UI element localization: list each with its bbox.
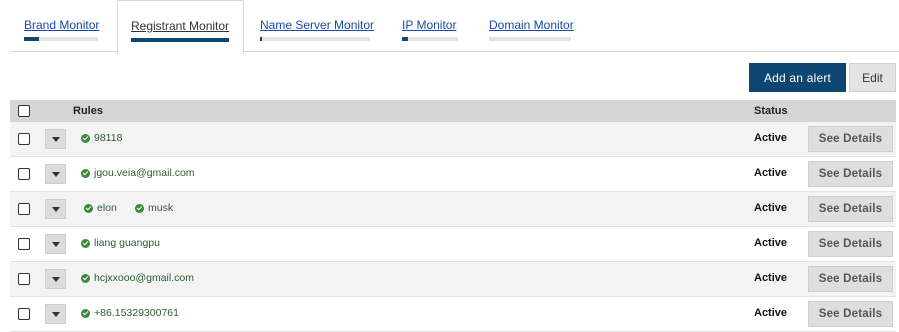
table-row: liang guangpu Active See Details bbox=[10, 227, 896, 262]
row-menu-button[interactable] bbox=[45, 234, 66, 254]
tab-progress-fill bbox=[402, 37, 408, 41]
see-details-button[interactable]: See Details bbox=[808, 231, 893, 257]
status-text: Active bbox=[754, 237, 788, 249]
status-text: Active bbox=[754, 202, 788, 214]
tab-progress-fill bbox=[24, 37, 39, 41]
rules-column-header: Rules bbox=[73, 105, 103, 117]
status-text: Active bbox=[754, 167, 788, 179]
row-checkbox[interactable] bbox=[18, 308, 30, 320]
tab-progress-bar bbox=[131, 38, 229, 42]
caret-down-icon bbox=[51, 136, 60, 142]
table-row: elon musk Active See Details bbox=[10, 192, 896, 227]
rule-chip: elon bbox=[84, 202, 117, 214]
tab-progress-fill bbox=[131, 38, 229, 42]
rule-text: 98118 bbox=[94, 132, 123, 144]
tab-progress-bar bbox=[402, 37, 458, 41]
tab-label[interactable]: Brand Monitor bbox=[24, 18, 99, 32]
caret-down-icon bbox=[51, 241, 60, 247]
rule-chip: jgou.veia@gmail.com bbox=[81, 167, 195, 179]
table-row: 98118 Active See Details bbox=[10, 122, 896, 157]
tab-progress-bar bbox=[489, 37, 571, 41]
tab-label[interactable]: Name Server Monitor bbox=[260, 18, 374, 32]
status-text: Active bbox=[754, 132, 788, 144]
rule-chip: 98118 bbox=[81, 132, 122, 144]
caret-down-icon bbox=[51, 276, 60, 282]
caret-down-icon bbox=[51, 171, 60, 177]
rule-text: musk bbox=[148, 202, 174, 214]
rule-text: jgou.veia@gmail.com bbox=[94, 167, 195, 179]
check-circle-icon bbox=[81, 308, 90, 318]
tab-label[interactable]: IP Monitor bbox=[402, 18, 456, 32]
rule-text: elon bbox=[97, 202, 117, 214]
row-checkbox[interactable] bbox=[18, 273, 30, 285]
row-menu-button[interactable] bbox=[45, 129, 66, 149]
status-text: Active bbox=[754, 307, 788, 319]
check-circle-icon bbox=[84, 203, 93, 213]
row-menu-button[interactable] bbox=[45, 164, 66, 184]
status-text: Active bbox=[754, 272, 788, 284]
rule-chip: liang guangpu bbox=[81, 237, 160, 249]
row-menu-button[interactable] bbox=[45, 269, 66, 289]
table-header: Rules Status bbox=[10, 100, 896, 122]
row-menu-button[interactable] bbox=[45, 199, 66, 219]
tab-label[interactable]: Registrant Monitor bbox=[131, 19, 229, 33]
alerts-table: Rules Status 98118 Active See Details jg… bbox=[10, 100, 896, 332]
tab-progress-bar bbox=[260, 37, 370, 41]
row-menu-button[interactable] bbox=[45, 304, 66, 324]
caret-down-icon bbox=[51, 311, 60, 317]
row-checkbox[interactable] bbox=[18, 133, 30, 145]
tab-progress-bar bbox=[24, 37, 98, 41]
rule-chip: hcjxxooo@gmail.com bbox=[81, 272, 194, 284]
rule-chip: +86.15329300761 bbox=[81, 307, 179, 319]
table-row: jgou.veia@gmail.com Active See Details bbox=[10, 157, 896, 192]
tab-label[interactable]: Domain Monitor bbox=[489, 18, 574, 32]
row-checkbox[interactable] bbox=[18, 238, 30, 250]
tab-progress-fill bbox=[260, 37, 263, 41]
select-all-checkbox[interactable] bbox=[18, 105, 30, 117]
see-details-button[interactable]: See Details bbox=[808, 126, 893, 152]
check-circle-icon bbox=[81, 273, 90, 283]
monitor-tabs: Brand Monitor Registrant Monitor Name Se… bbox=[0, 0, 899, 54]
check-circle-icon bbox=[135, 203, 144, 213]
rule-text: +86.15329300761 bbox=[94, 307, 179, 319]
check-circle-icon bbox=[81, 168, 90, 178]
check-circle-icon bbox=[81, 238, 90, 248]
status-column-header: Status bbox=[754, 105, 788, 117]
see-details-button[interactable]: See Details bbox=[808, 196, 893, 222]
caret-down-icon bbox=[51, 206, 60, 212]
rule-chip: musk bbox=[135, 202, 173, 214]
rule-text: hcjxxooo@gmail.com bbox=[94, 272, 194, 284]
see-details-button[interactable]: See Details bbox=[808, 301, 893, 327]
tab-registrant-monitor[interactable]: Registrant Monitor bbox=[117, 0, 244, 54]
check-circle-icon bbox=[81, 133, 90, 143]
rule-text: liang guangpu bbox=[94, 237, 160, 249]
see-details-button[interactable]: See Details bbox=[808, 161, 893, 187]
table-row: +86.15329300761 Active See Details bbox=[10, 297, 896, 332]
edit-button[interactable]: Edit bbox=[849, 63, 896, 92]
row-checkbox[interactable] bbox=[18, 168, 30, 180]
see-details-button[interactable]: See Details bbox=[808, 266, 893, 292]
add-alert-button[interactable]: Add an alert bbox=[749, 63, 846, 92]
table-row: hcjxxooo@gmail.com Active See Details bbox=[10, 262, 896, 297]
row-checkbox[interactable] bbox=[18, 203, 30, 215]
